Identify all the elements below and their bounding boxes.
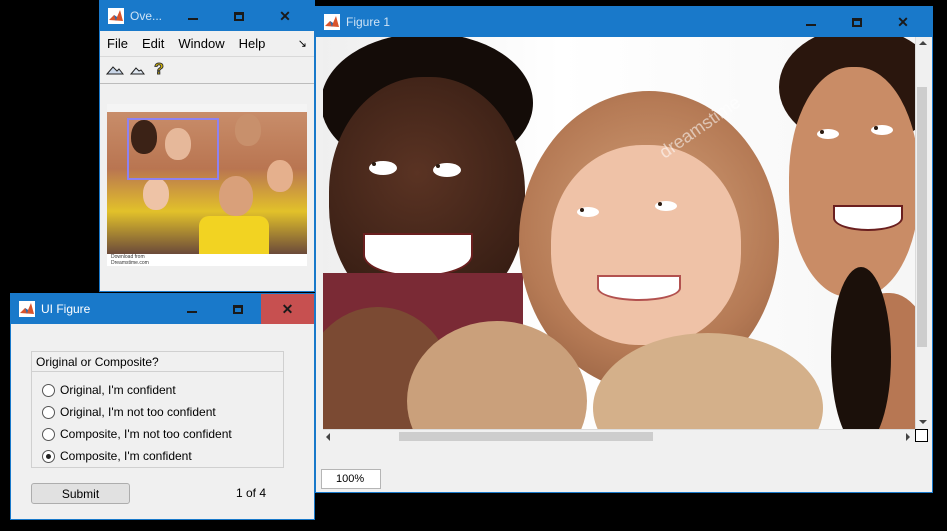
groupbox-title-bar: Original or Composite? [32,352,283,372]
minimize-icon [188,18,198,20]
vertical-scroll-thumb[interactable] [917,87,927,347]
vertical-scrollbar[interactable] [915,37,928,429]
menu-file[interactable]: File [100,36,135,51]
ui-figure-window: UI Figure ✕ Original or Composite? Origi… [10,293,315,520]
matlab-icon [19,301,35,317]
scroll-corner [915,429,928,442]
right-boy-smile [833,205,903,231]
ui-figure-maximize-button[interactable] [215,294,261,324]
thumb-footer-line2: Dreamstime.com [111,260,149,266]
viewport-rectangle[interactable] [127,118,219,180]
ui-figure-minimize-button[interactable] [169,294,215,324]
question-counter: 1 of 4 [236,486,267,500]
ui-figure-title: UI Figure [41,302,91,316]
left-boy-eye-left [369,161,397,175]
figure-minimize-button[interactable] [788,7,834,37]
close-icon: ✕ [279,7,291,24]
thumb-face-6 [267,160,293,192]
option-original-not-confident[interactable]: Original, I'm not too confident [42,402,216,422]
maximize-icon [233,304,243,314]
choice-groupbox: Original or Composite? Original, I'm con… [31,351,284,468]
radio-button[interactable] [42,405,55,419]
left-boy-smile [363,233,473,277]
maximize-icon [852,17,862,27]
thumb-face-3 [235,114,261,146]
minimize-icon [187,311,197,313]
middle-girl-face [551,145,741,345]
overview-title: Ove... [130,9,163,23]
figure-close-button[interactable]: ✕ [880,7,926,37]
help-icon[interactable]: ? [148,59,170,81]
scroll-down-arrow-icon[interactable] [919,420,927,424]
submit-button[interactable]: Submit [31,483,130,504]
figure-maximize-button[interactable] [834,7,880,37]
overview-toolbar: ? [100,56,314,84]
option-label: Original, I'm confident [60,383,176,397]
zoom-in-icon[interactable] [104,59,126,81]
menu-edit[interactable]: Edit [135,36,171,51]
menu-window[interactable]: Window [171,36,231,51]
help-glyph: ? [154,61,165,79]
overview-close-button[interactable]: ✕ [262,1,308,31]
left-boy-eye-right [433,163,461,177]
zoom-readout-box: 100% [321,469,381,489]
matlab-icon [324,14,340,30]
option-composite-not-confident[interactable]: Composite, I'm not too confident [42,424,232,444]
scroll-up-arrow-icon[interactable] [919,41,927,45]
thumb-face-5 [143,178,169,210]
radio-button[interactable] [42,383,55,397]
option-label: Composite, I'm confident [60,449,192,463]
overview-thumbnail[interactable]: Download from Dreamstime.com [107,104,307,266]
radio-button-selected[interactable] [42,449,55,463]
figure-window: Figure 1 ✕ dreamstime 100% [315,6,933,493]
matlab-icon [108,8,124,24]
main-image[interactable]: dreamstime [323,37,915,429]
ui-figure-titlebar[interactable]: UI Figure ✕ [11,294,314,324]
ui-figure-close-button[interactable]: ✕ [261,294,314,324]
option-composite-confident[interactable]: Composite, I'm confident [42,446,192,466]
thumb-shirt [199,216,269,254]
figure-title: Figure 1 [346,15,391,29]
right-boy-eye-left [817,129,839,139]
scroll-right-arrow-icon[interactable] [906,433,910,441]
option-label: Original, I'm not too confident [60,405,216,419]
overview-titlebar[interactable]: Ove... ✕ [100,1,314,31]
figure-titlebar[interactable]: Figure 1 ✕ [316,7,932,37]
scroll-left-arrow-icon[interactable] [326,433,330,441]
middle-girl-smile [597,275,681,301]
overview-minimize-button[interactable] [170,1,216,31]
close-icon: ✕ [897,13,909,30]
overview-menubar: File Edit Window Help ↘ [100,31,314,55]
overview-maximize-button[interactable] [216,1,262,31]
middle-girl-eye-left [577,207,599,217]
minimize-icon [806,24,816,26]
overview-window: Ove... ✕ File Edit Window Help ↘ ? Downl… [99,0,315,292]
right-boy-face [789,67,915,297]
thumb-face-4 [219,176,253,216]
zoom-out-icon[interactable] [126,59,148,81]
zoom-level: 100% [336,473,365,485]
horizontal-scroll-thumb[interactable] [399,432,653,441]
close-icon: ✕ [281,300,294,317]
horizontal-scrollbar[interactable] [323,429,915,442]
middle-girl-eye-right [655,201,677,211]
right-boy-eye-right [871,125,893,135]
option-label: Composite, I'm not too confident [60,427,232,441]
menu-help[interactable]: Help [232,36,273,51]
thumb-footer: Download from Dreamstime.com [107,254,307,266]
radio-button[interactable] [42,427,55,441]
maximize-icon [234,11,244,21]
option-original-confident[interactable]: Original, I'm confident [42,380,176,400]
menu-overflow-icon[interactable]: ↘ [291,37,314,50]
groupbox-title: Original or Composite? [36,354,159,369]
